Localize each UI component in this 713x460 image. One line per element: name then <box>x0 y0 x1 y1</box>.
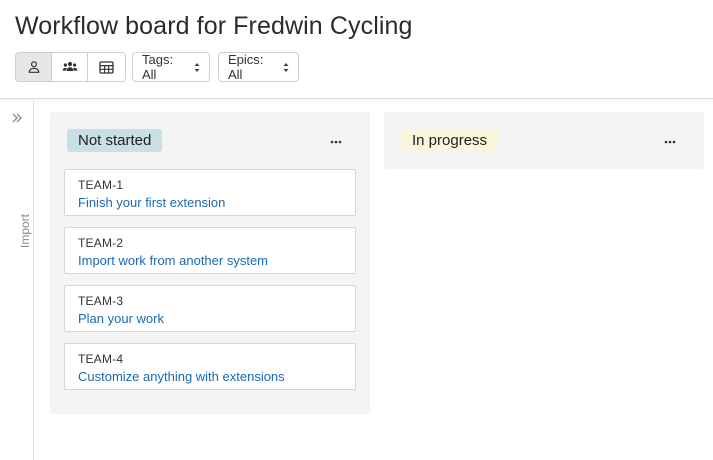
work-item-title-link[interactable]: Plan your work <box>78 310 342 327</box>
column-not-started: Not started TEAM-1 Finish your first ext… <box>50 112 370 414</box>
import-rail-label[interactable]: Import <box>18 214 32 248</box>
work-item-key: TEAM-1 <box>78 178 124 192</box>
view-team-button[interactable] <box>52 53 88 81</box>
work-item-card[interactable]: TEAM-4 Customize anything with extension… <box>64 343 356 390</box>
epics-filter-label: Epics: All <box>228 52 264 82</box>
view-toggle-group <box>15 52 126 82</box>
page-header: Workflow board for Fredwin Cycling Tags:… <box>0 0 713 99</box>
work-item-key: TEAM-4 <box>78 352 124 366</box>
view-individual-button[interactable] <box>16 53 52 81</box>
column-menu-button[interactable] <box>327 133 345 147</box>
more-horizontal-icon <box>664 131 676 149</box>
select-caret-icon <box>283 62 289 73</box>
work-item-title-link[interactable]: Finish your first extension <box>78 194 342 211</box>
work-item-card[interactable]: TEAM-1 Finish your first extension <box>64 169 356 216</box>
tags-filter-select[interactable]: Tags: All <box>132 52 210 82</box>
view-table-button[interactable] <box>88 53 125 81</box>
double-chevron-right-icon[interactable] <box>11 111 23 129</box>
table-icon <box>99 60 114 74</box>
more-horizontal-icon <box>330 131 342 149</box>
import-rail: Import <box>0 100 34 460</box>
people-icon <box>62 60 78 74</box>
work-item-key: TEAM-2 <box>78 236 124 250</box>
page-title: Workflow board for Fredwin Cycling <box>15 12 413 40</box>
work-item-card[interactable]: TEAM-3 Plan your work <box>64 285 356 332</box>
column-menu-button[interactable] <box>661 133 679 147</box>
person-icon <box>27 60 41 74</box>
epics-filter-select[interactable]: Epics: All <box>218 52 299 82</box>
work-item-title-link[interactable]: Import work from another system <box>78 252 342 269</box>
work-item-title-link[interactable]: Customize anything with extensions <box>78 368 342 385</box>
work-item-key: TEAM-3 <box>78 294 124 308</box>
column-status-badge: Not started <box>67 129 163 152</box>
column-in-progress: In progress <box>384 112 704 169</box>
column-status-badge: In progress <box>401 129 499 152</box>
tags-filter-label: Tags: All <box>142 52 174 82</box>
work-item-card[interactable]: TEAM-2 Import work from another system <box>64 227 356 274</box>
select-caret-icon <box>194 62 200 73</box>
